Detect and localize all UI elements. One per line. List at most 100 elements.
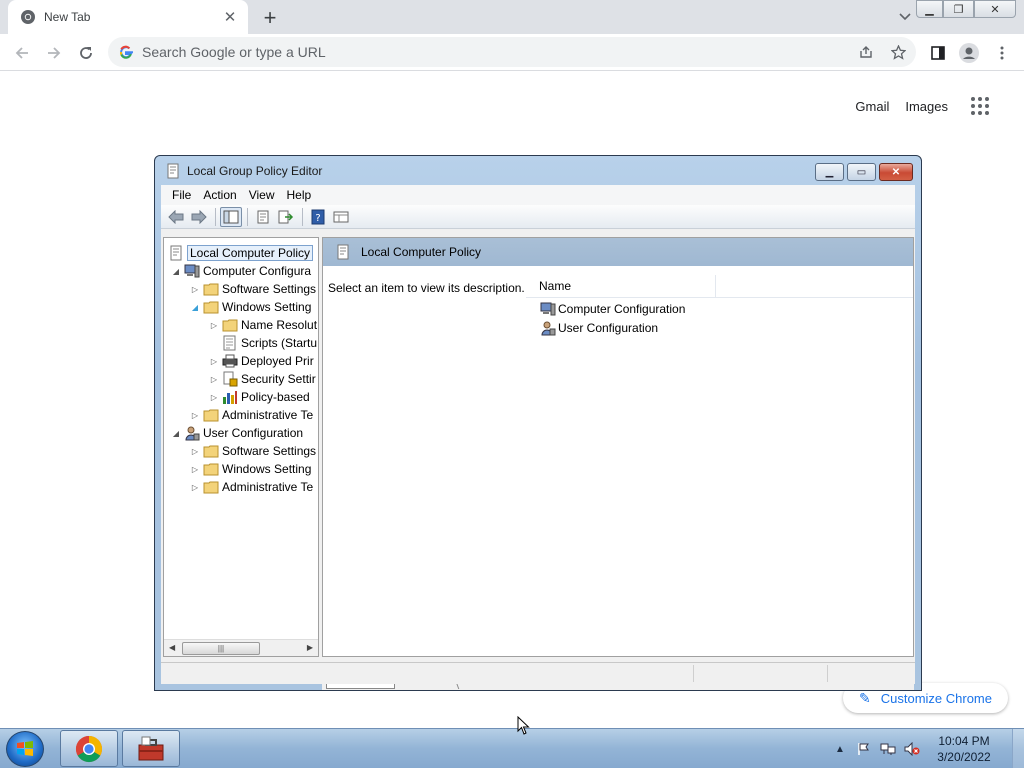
gmail-link[interactable]: Gmail xyxy=(855,99,889,114)
tree-item-deployed-printers[interactable]: ▷ Deployed Prir xyxy=(208,352,314,370)
collapse-arrow-icon[interactable]: ◢ xyxy=(170,429,182,438)
tree-item-user-software-settings[interactable]: ▷ Software Settings xyxy=(189,442,316,460)
content-header-title: Local Computer Policy xyxy=(361,245,482,259)
expand-arrow-icon[interactable]: ▷ xyxy=(189,483,201,492)
gpe-minimize-icon[interactable]: ▁ xyxy=(815,163,844,181)
gpe-maximize-icon[interactable]: ▭ xyxy=(847,163,876,181)
pencil-icon: ✎ xyxy=(859,689,871,706)
menu-help[interactable]: Help xyxy=(281,188,318,202)
column-name-header[interactable]: Name xyxy=(526,275,716,297)
google-apps-icon[interactable] xyxy=(960,94,1000,118)
taskbar-chrome-button[interactable] xyxy=(60,730,118,767)
scrollbar-thumb[interactable]: ||| xyxy=(182,642,260,655)
clock-time: 10:04 PM xyxy=(938,734,990,748)
tree-label: Name Resolut xyxy=(241,318,318,332)
bookmark-star-icon[interactable] xyxy=(887,41,909,63)
tree-item-administrative-templates[interactable]: ▷ Administrative Te xyxy=(189,406,313,424)
tree-item-local-computer-policy[interactable]: Local Computer Policy xyxy=(166,244,314,262)
list-item-label: User Configuration xyxy=(558,321,659,335)
filter-view-icon[interactable] xyxy=(330,207,352,227)
collapse-arrow-icon[interactable]: ◢ xyxy=(189,303,201,312)
omnibox[interactable] xyxy=(108,37,916,67)
status-divider xyxy=(827,665,828,682)
tree-label: Windows Setting xyxy=(222,462,312,476)
show-hidden-icons-icon[interactable]: ▲ xyxy=(832,741,848,757)
close-tab-icon[interactable]: ✕ xyxy=(220,7,240,27)
profile-avatar-icon[interactable] xyxy=(955,39,983,67)
show-desktop-button[interactable] xyxy=(1012,729,1024,768)
ntp-top-links: Gmail Images xyxy=(839,94,1000,118)
folder-icon xyxy=(222,319,238,332)
scroll-left-icon[interactable]: ◀ xyxy=(169,643,175,652)
taskbar-clock[interactable]: 10:04 PM 3/20/2022 xyxy=(924,733,1004,765)
tree-label: User Configuration xyxy=(203,426,304,440)
help-icon[interactable]: ? xyxy=(307,207,329,227)
close-window-icon[interactable]: ✕ xyxy=(974,0,1016,18)
restore-icon[interactable]: ❐ xyxy=(943,0,974,18)
svg-text:?: ? xyxy=(315,213,320,224)
expand-arrow-icon[interactable]: ▷ xyxy=(189,285,201,294)
new-tab-button[interactable]: + xyxy=(258,5,282,30)
folder-icon xyxy=(203,409,219,422)
menu-kebab-icon[interactable] xyxy=(988,39,1016,67)
properties-icon[interactable] xyxy=(252,207,274,227)
expand-arrow-icon[interactable]: ▷ xyxy=(189,447,201,456)
script-icon xyxy=(223,335,236,351)
tree-label: Local Computer Policy xyxy=(187,245,314,261)
tree-item-user-windows-settings[interactable]: ▷ Windows Setting xyxy=(189,460,311,478)
google-icon xyxy=(119,45,133,59)
list-item-computer-configuration[interactable]: Computer Configuration xyxy=(538,300,685,318)
tab-new-tab[interactable]: New Tab ✕ xyxy=(8,0,248,34)
policy-icon xyxy=(167,163,179,179)
expand-arrow-icon[interactable]: ▷ xyxy=(208,393,220,402)
tab-search-icon[interactable] xyxy=(894,6,916,28)
tree-item-scripts[interactable]: Scripts (Startu xyxy=(208,334,317,352)
tree-item-policy-based-qos[interactable]: ▷ Policy-based xyxy=(208,388,310,406)
scroll-right-icon[interactable]: ▶ xyxy=(307,643,313,652)
collapse-arrow-icon[interactable]: ◢ xyxy=(170,267,182,276)
volume-muted-icon[interactable] xyxy=(904,741,920,757)
reload-icon[interactable] xyxy=(72,39,100,67)
content-header: Local Computer Policy xyxy=(323,238,913,266)
images-link[interactable]: Images xyxy=(905,99,948,114)
share-icon[interactable] xyxy=(855,41,877,63)
back-icon[interactable] xyxy=(8,39,36,67)
gpe-close-icon[interactable]: ✕ xyxy=(879,163,913,181)
action-center-flag-icon[interactable] xyxy=(856,741,872,757)
tree-horizontal-scrollbar[interactable]: ◀ ||| ▶ xyxy=(164,639,318,656)
forward-icon[interactable] xyxy=(40,39,68,67)
menu-view[interactable]: View xyxy=(243,188,281,202)
menu-file[interactable]: File xyxy=(166,188,197,202)
gpe-titlebar[interactable]: Local Group Policy Editor ▁ ▭ ✕ xyxy=(161,156,915,186)
expand-arrow-icon[interactable]: ▷ xyxy=(208,375,220,384)
search-input[interactable] xyxy=(142,44,916,60)
expand-arrow-icon[interactable]: ▷ xyxy=(208,321,220,330)
forward-arrow-icon[interactable] xyxy=(188,207,210,227)
tree-item-user-configuration[interactable]: ◢ User Configuration xyxy=(170,424,303,442)
tree-item-name-resolution[interactable]: ▷ Name Resolut xyxy=(208,316,317,334)
tree-item-security-settings[interactable]: ▷ Security Settir xyxy=(208,370,316,388)
tree-label: Windows Setting xyxy=(222,300,312,314)
menu-action[interactable]: Action xyxy=(197,188,242,202)
side-panel-icon[interactable] xyxy=(924,39,952,67)
expand-arrow-icon[interactable]: ▷ xyxy=(208,357,220,366)
windows-logo-icon xyxy=(17,741,33,756)
taskbar-toolbox-button[interactable] xyxy=(122,730,180,767)
tree-item-windows-settings[interactable]: ◢ Windows Setting xyxy=(189,298,311,316)
expand-arrow-icon[interactable]: ▷ xyxy=(189,465,201,474)
tree-item-user-administrative-templates[interactable]: ▷ Administrative Te xyxy=(189,478,313,496)
start-button[interactable] xyxy=(6,731,44,767)
tree-item-software-settings[interactable]: ▷ Software Settings xyxy=(189,280,316,298)
tab-strip: New Tab ✕ + ▁ ❐ ✕ xyxy=(0,0,1024,34)
gpe-menubar: File Action View Help xyxy=(161,185,915,205)
list-item-user-configuration[interactable]: User Configuration xyxy=(538,319,658,337)
expand-arrow-icon[interactable]: ▷ xyxy=(189,411,201,420)
tree-item-computer-configuration[interactable]: ◢ Computer Configura xyxy=(170,262,311,280)
network-icon[interactable] xyxy=(880,741,896,757)
show-hide-tree-icon[interactable] xyxy=(220,206,242,227)
minimize-icon[interactable]: ▁ xyxy=(916,0,943,18)
toolbox-icon xyxy=(138,736,164,760)
tree-label: Policy-based xyxy=(241,390,310,404)
back-arrow-icon[interactable] xyxy=(165,207,187,227)
export-list-icon[interactable] xyxy=(275,207,297,227)
